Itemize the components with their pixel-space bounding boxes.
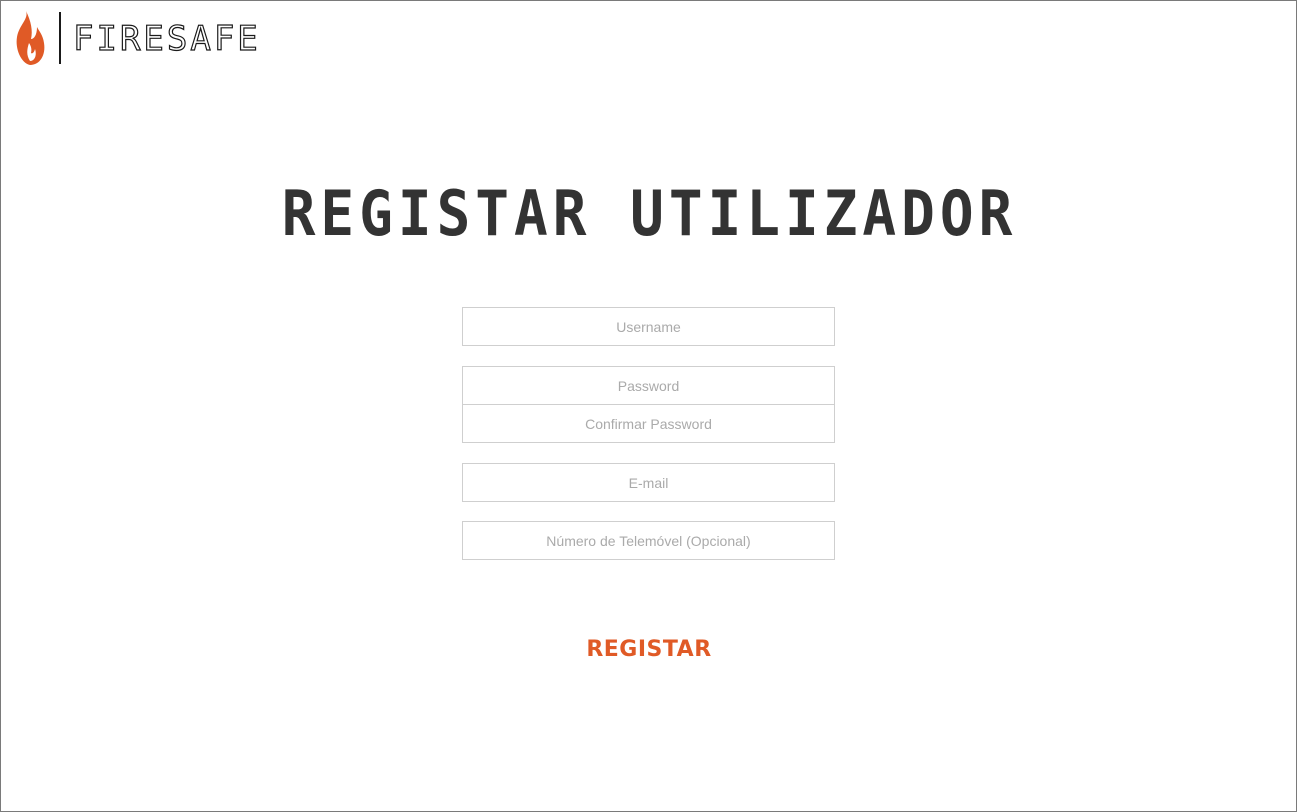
app-window: FIRESAFE REGISTAR UTILIZADOR REGISTAR [0,0,1297,812]
password-input[interactable] [463,367,834,404]
email-field-wrapper [462,463,835,502]
username-input[interactable] [463,308,834,345]
page-title: REGISTAR UTILIZADOR [281,178,1018,251]
logo-divider [59,12,61,64]
brand-logo[interactable]: FIRESAFE [13,9,261,67]
confirm-password-input[interactable] [463,405,834,442]
confirm-password-field-wrapper [462,404,835,443]
flame-icon [16,11,45,65]
phone-field-wrapper [462,521,835,560]
password-field-wrapper [462,366,835,405]
email-input[interactable] [463,464,834,501]
username-field-wrapper [462,307,835,346]
phone-input[interactable] [463,522,834,559]
register-button[interactable]: REGISTAR [549,631,749,667]
logo-text: FIRESAFE [72,19,261,59]
